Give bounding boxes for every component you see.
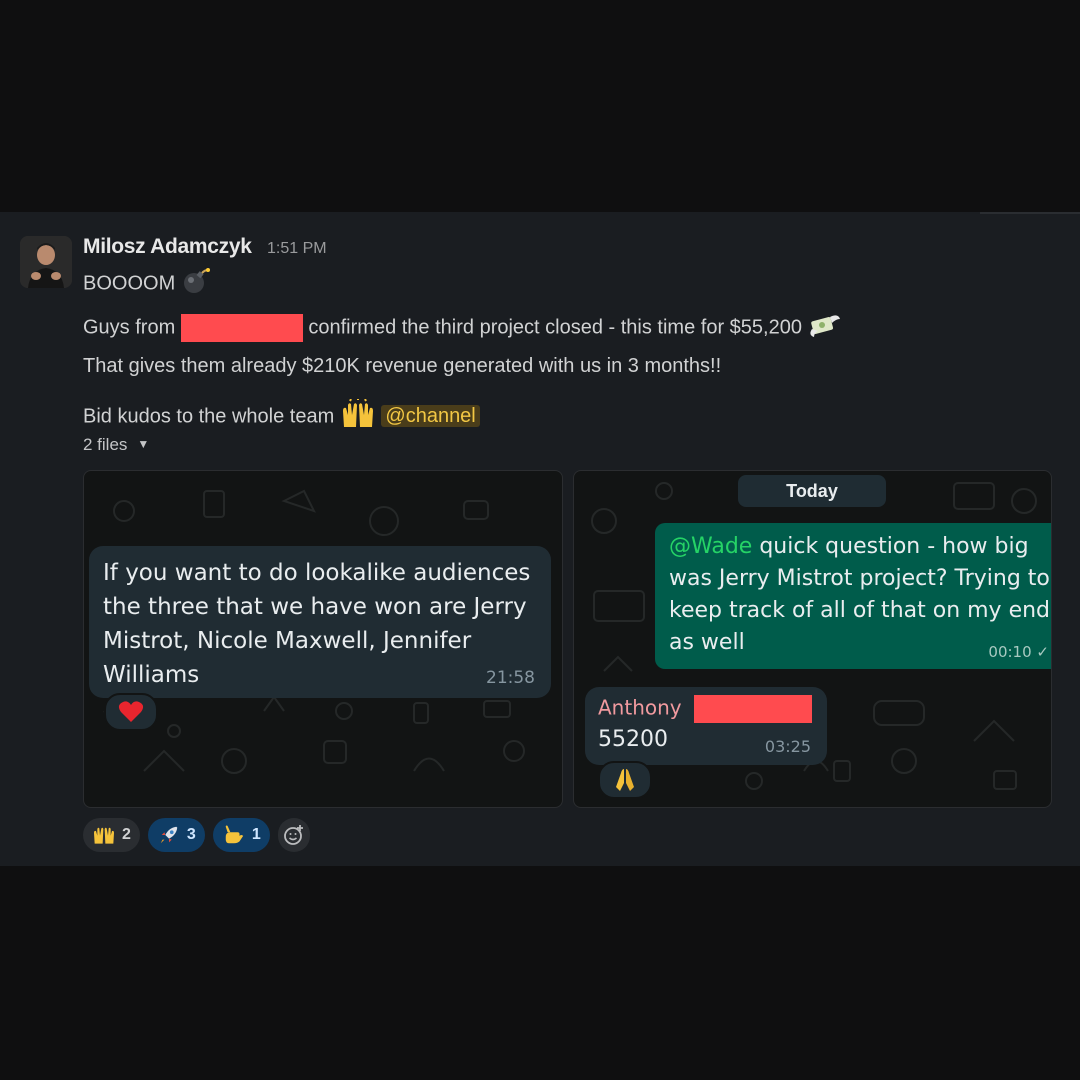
avatar[interactable] [20,236,72,288]
sent-line-4: as well [669,630,745,655]
call-me-hand-icon [225,825,243,844]
caret-down-icon: ▼ [137,437,150,451]
message-line-2: Guys from confirmed the third project cl… [83,311,842,345]
image-attachment-2[interactable]: Today @Wade quick question - how big was… [573,470,1052,808]
add-reaction-button[interactable] [277,818,310,852]
sent-message-time: 00:10 ✓ [988,643,1049,661]
reaction-count: 2 [122,826,131,843]
files-toggle[interactable]: 2 files ▼ [83,435,149,455]
heart-reaction [104,693,158,731]
wade-mention: @Wade [669,534,753,559]
raised-hands-icon [94,827,114,844]
sent-message-bubble: @Wade quick question - how big was Jerry… [655,523,1051,669]
redaction-bar [180,314,303,342]
message-line-4: Bid kudos to the whole team @channel [83,398,480,435]
pray-reaction [598,761,652,799]
reply-bubble: Anthony 55200 03:25 [585,687,827,765]
received-message-bubble: If you want to do lookalike audiences th… [89,546,551,698]
line4-prefix: Bid kudos to the whole team [83,405,335,428]
image-attachment-1[interactable]: If you want to do lookalike audiences th… [83,470,563,808]
channel-mention[interactable]: @channel [381,405,480,428]
panel-divider [980,212,1080,214]
rocket-icon [160,826,178,844]
message-timestamp[interactable]: 1:51 PM [267,240,327,258]
message-line-1: BOOOOM [83,267,211,301]
line2-prefix: Guys from [83,316,176,339]
line1-text: BOOOOM [83,272,176,295]
reaction-call-me[interactable]: 1 [212,818,270,852]
files-label: 2 files [83,435,128,454]
reply-sender-text: Anthony [598,695,682,720]
reply-sender-name: Anthony [598,695,812,723]
reaction-raised-hands[interactable]: 2 [83,818,140,852]
date-chip: Today [738,475,886,507]
sent-line-2: was Jerry Mistrot project? Trying to [669,566,1050,591]
bomb-icon [181,267,211,301]
reactions-bar: 2 3 1 [83,818,310,852]
add-emoji-icon [283,825,303,845]
reply-time: 03:25 [764,737,811,756]
sent-line-3: keep track of all of that on my end [669,598,1051,623]
reaction-rocket[interactable]: 3 [147,818,205,852]
reaction-count: 3 [186,826,196,843]
reaction-count: 1 [251,826,261,843]
money-with-wings-icon [808,311,842,345]
sent-time-text: 00:10 [988,643,1032,661]
folded-hands-icon [616,769,634,791]
check-icon: ✓ [1036,643,1049,661]
line2-suffix: confirmed the third project closed - thi… [308,316,802,339]
received-message-text: If you want to do lookalike audiences th… [103,560,531,688]
reply-value: 55200 [598,727,668,752]
sender-name[interactable]: Milosz Adamczyk [83,235,252,259]
redaction-bar-2 [693,695,812,723]
raised-hands-icon [340,398,376,435]
message-line-3: That gives them already $210K revenue ge… [83,355,722,377]
red-heart-icon [118,701,144,722]
sent-message-text: @Wade quick question - how big was Jerry… [669,531,1051,659]
sent-line-1: quick question - how big [752,534,1029,559]
received-message-time: 21:58 [486,668,535,688]
